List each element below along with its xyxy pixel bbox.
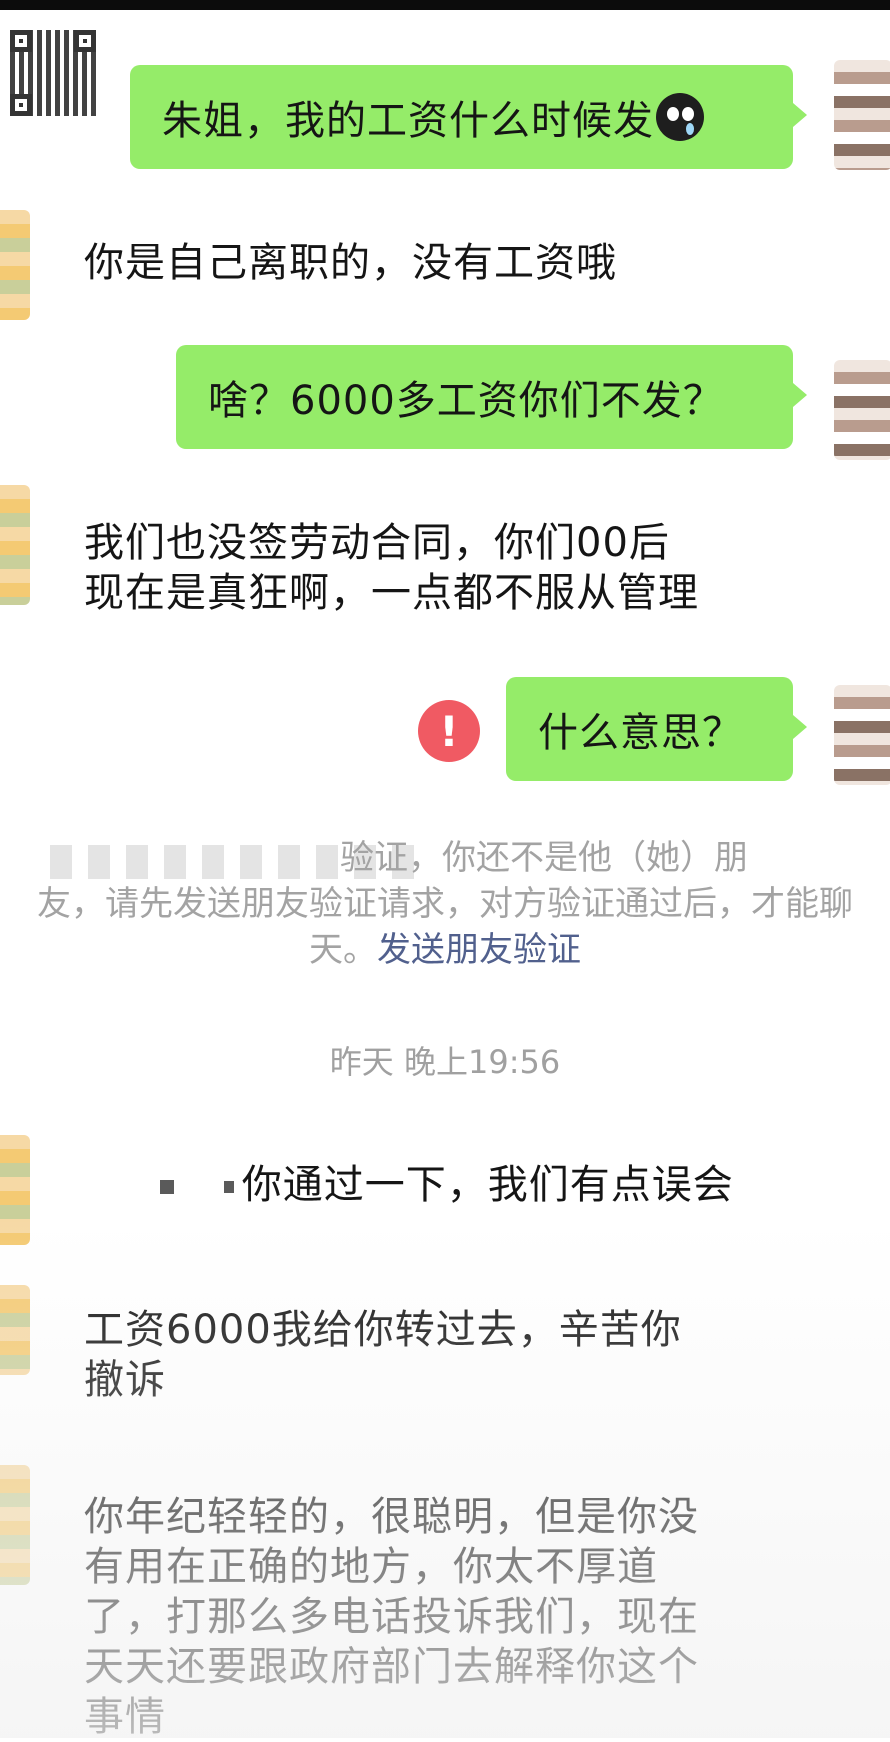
blurred-name xyxy=(223,1181,234,1193)
my-avatar[interactable] xyxy=(834,685,890,785)
notice-line: 友，请先发送朋友验证请求，对方验证通过后，才能聊 xyxy=(37,884,853,924)
send-failed-warning-icon[interactable]: ! xyxy=(418,700,480,762)
message-text: 你是自己离职的，没有工资哦 xyxy=(84,240,617,286)
message-text-line: 你年纪轻轻的，很聪明，但是你没 xyxy=(84,1494,699,1540)
received-message[interactable]: 你年纪轻轻的，很聪明，但是你没 有用在正确的地方，你太不厚道 了，打那么多电话投… xyxy=(84,1492,699,1742)
message-text-line: 现在是真狂啊，一点都不服从管理 xyxy=(84,570,699,616)
contact-avatar[interactable] xyxy=(0,485,30,605)
contact-avatar[interactable] xyxy=(0,1285,30,1375)
contact-avatar[interactable] xyxy=(0,1135,30,1245)
message-text: 啥？6000多工资你们不发？ xyxy=(208,378,724,424)
notice-line: 验证，你还不是他（她）朋 xyxy=(340,838,748,878)
received-message[interactable]: 工资6000我给你转过去，辛苦你 撤诉 xyxy=(84,1305,682,1405)
message-text-line: 事情 xyxy=(84,1694,166,1740)
received-message[interactable]: 你是自己离职的，没有工资哦 xyxy=(84,238,617,288)
message-text-line: 有用在正确的地方，你太不厚道 xyxy=(84,1544,658,1590)
sent-message-bubble[interactable]: 什么意思？ xyxy=(506,677,807,781)
message-text-line: 工资6000我给你转过去，辛苦你 xyxy=(84,1307,682,1353)
contact-avatar[interactable] xyxy=(0,1465,30,1585)
send-friend-verification-link[interactable]: 发送朋友验证 xyxy=(377,930,581,970)
message-text: 朱姐，我的工资什么时候发 xyxy=(162,98,654,144)
received-message[interactable]: 我们也没签劳动合同，你们00后 现在是真狂啊，一点都不服从管理 xyxy=(84,518,699,618)
message-text: 什么意思？ xyxy=(538,710,743,756)
sent-message-bubble[interactable]: 啥？6000多工资你们不发？ xyxy=(176,345,807,449)
message-text-line: 撤诉 xyxy=(84,1357,166,1403)
my-avatar[interactable] xyxy=(834,60,890,170)
qr-code-icon xyxy=(10,30,96,116)
contact-avatar[interactable] xyxy=(0,210,30,320)
sent-message-bubble[interactable]: 朱姐，我的工资什么时候发 xyxy=(130,65,807,169)
message-text: 你通过一下，我们有点误会 xyxy=(241,1162,734,1208)
blurred-name xyxy=(160,1180,174,1194)
friend-verification-notice: 验证，你还不是他（她）朋 友，请先发送朋友验证请求，对方验证通过后，才能聊 天。… xyxy=(0,835,890,973)
message-text-line: 我们也没签劳动合同，你们00后 xyxy=(84,520,670,566)
notice-line: 天。发送朋友验证 xyxy=(309,930,581,970)
my-avatar[interactable] xyxy=(834,360,890,460)
received-message[interactable]: 你通过一下，我们有点误会 xyxy=(160,1160,734,1210)
message-text-line: 了，打那么多电话投诉我们，现在 xyxy=(84,1594,699,1640)
crying-face-icon xyxy=(656,93,704,141)
top-status-bar xyxy=(0,0,890,10)
chat-timestamp: 昨天 晚上19:56 xyxy=(329,1043,561,1081)
message-text-line: 天天还要跟政府部门去解释你这个 xyxy=(84,1644,699,1690)
